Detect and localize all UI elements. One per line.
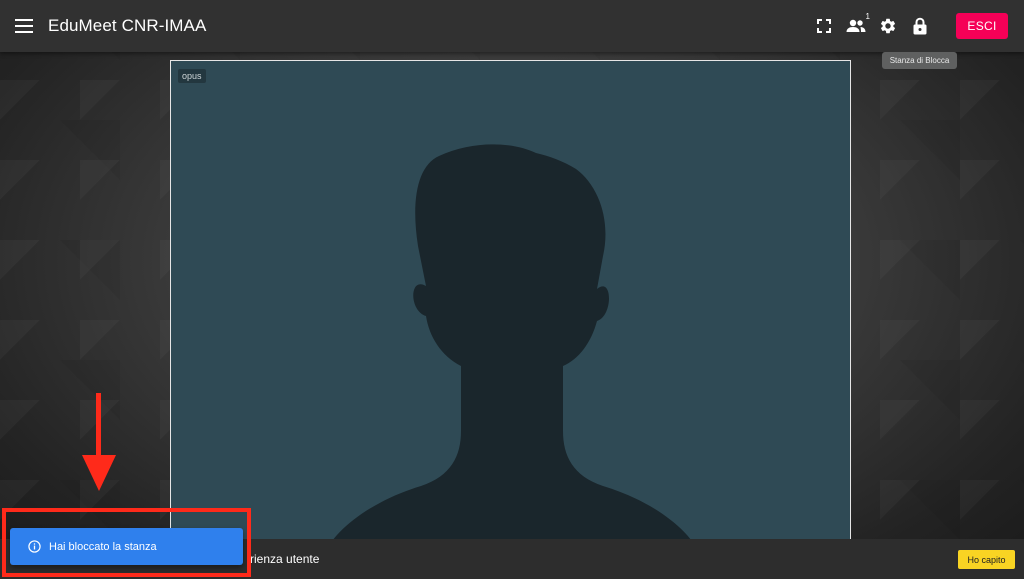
app-bar: EduMeet CNR-IMAA 1 ESCI bbox=[0, 0, 1024, 52]
lock-room-button[interactable] bbox=[904, 10, 936, 42]
participants-button[interactable]: 1 bbox=[840, 10, 872, 42]
video-tile[interactable]: opus bbox=[170, 60, 851, 560]
settings-button[interactable] bbox=[872, 10, 904, 42]
toolbar-actions: 1 ESCI bbox=[808, 0, 1024, 52]
settings-icon bbox=[880, 18, 896, 34]
app-title: EduMeet CNR-IMAA bbox=[48, 16, 207, 35]
menu-button[interactable] bbox=[12, 14, 36, 38]
video-codec-label: opus bbox=[178, 69, 206, 83]
avatar-silhouette bbox=[321, 144, 703, 559]
annotation-arrow-icon bbox=[82, 393, 116, 491]
participants-count-badge: 1 bbox=[865, 12, 870, 21]
annotation-highlight-box bbox=[2, 508, 251, 577]
menu-icon bbox=[15, 19, 33, 33]
fullscreen-button[interactable] bbox=[808, 10, 840, 42]
exit-button[interactable]: ESCI bbox=[956, 13, 1008, 39]
participants-icon bbox=[846, 19, 866, 32]
lock-icon bbox=[913, 17, 927, 35]
fullscreen-icon bbox=[817, 19, 831, 33]
consent-text: rienza utente bbox=[250, 552, 320, 566]
lock-room-tooltip: Stanza di Blocca bbox=[882, 52, 957, 69]
ok-button[interactable]: Ho capito bbox=[958, 550, 1015, 569]
